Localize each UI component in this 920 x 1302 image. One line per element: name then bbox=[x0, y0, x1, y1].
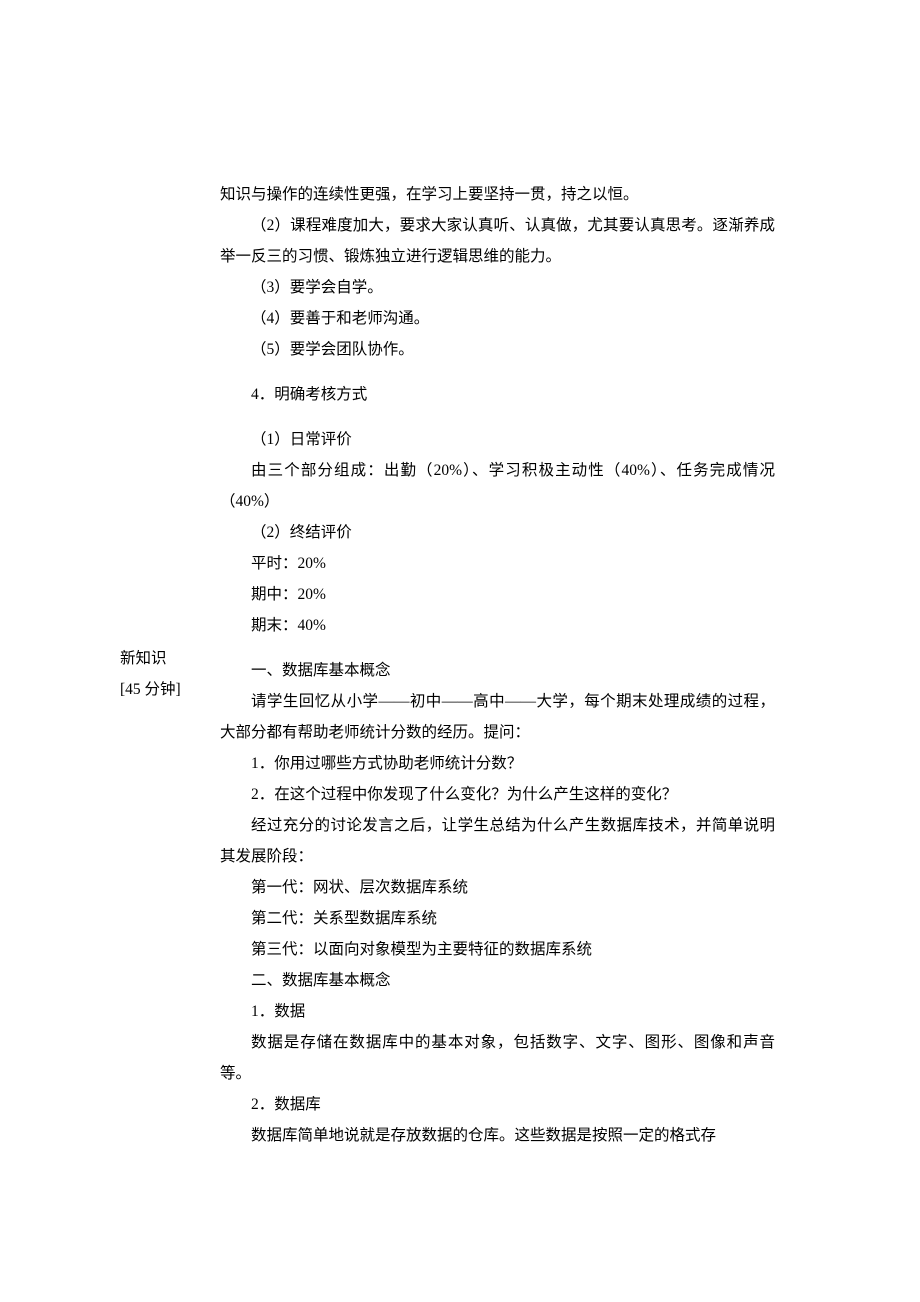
sidebar-label-duration: [45 分钟] bbox=[120, 678, 215, 703]
paragraph: 平时：20% bbox=[220, 548, 775, 579]
document-page: 新知识 [45 分钟] 知识与操作的连续性更强，在学习上要坚持一贯，持之以恒。 … bbox=[0, 0, 920, 179]
main-content: 知识与操作的连续性更强，在学习上要坚持一贯，持之以恒。 （2）课程难度加大，要求… bbox=[220, 179, 775, 1151]
paragraph: 经过充分的讨论发言之后，让学生总结为什么产生数据库技术，并简单说明其发展阶段： bbox=[220, 810, 775, 872]
paragraph: （5）要学会团队协作。 bbox=[220, 334, 775, 365]
heading-database-concepts-1: 一、数据库基本概念 bbox=[220, 655, 775, 686]
sidebar-label-new-knowledge: 新知识 bbox=[120, 647, 215, 672]
paragraph: 第一代：网状、层次数据库系统 bbox=[220, 872, 775, 903]
paragraph: 数据库简单地说就是存放数据的仓库。这些数据是按照一定的格式存 bbox=[220, 1120, 775, 1151]
heading-assessment: 4．明确考核方式 bbox=[220, 379, 775, 410]
paragraph: 知识与操作的连续性更强，在学习上要坚持一贯，持之以恒。 bbox=[220, 179, 775, 210]
paragraph: 由三个部分组成：出勤（20%）、学习积极主动性（40%）、任务完成情况（40%） bbox=[220, 455, 775, 517]
paragraph: 2．数据库 bbox=[220, 1089, 775, 1120]
paragraph: （3）要学会自学。 bbox=[220, 272, 775, 303]
paragraph: （2）终结评价 bbox=[220, 517, 775, 548]
heading-database-concepts-2: 二、数据库基本概念 bbox=[220, 965, 775, 996]
paragraph: 第三代：以面向对象模型为主要特征的数据库系统 bbox=[220, 934, 775, 965]
paragraph: （4）要善于和老师沟通。 bbox=[220, 303, 775, 334]
paragraph: （2）课程难度加大，要求大家认真听、认真做，尤其要认真思考。逐渐养成举一反三的习… bbox=[220, 210, 775, 272]
paragraph: 请学生回忆从小学——初中——高中——大学，每个期末处理成绩的过程，大部分都有帮助… bbox=[220, 686, 775, 748]
paragraph: 1．你用过哪些方式协助老师统计分数？ bbox=[220, 748, 775, 779]
paragraph: 期末：40% bbox=[220, 610, 775, 641]
paragraph: 数据是存储在数据库中的基本对象，包括数字、文字、图形、图像和声音等。 bbox=[220, 1027, 775, 1089]
paragraph: 第二代：关系型数据库系统 bbox=[220, 903, 775, 934]
paragraph: 2．在这个过程中你发现了什么变化？为什么产生这样的变化？ bbox=[220, 779, 775, 810]
paragraph: （1）日常评价 bbox=[220, 424, 775, 455]
paragraph: 1．数据 bbox=[220, 996, 775, 1027]
paragraph: 期中：20% bbox=[220, 579, 775, 610]
